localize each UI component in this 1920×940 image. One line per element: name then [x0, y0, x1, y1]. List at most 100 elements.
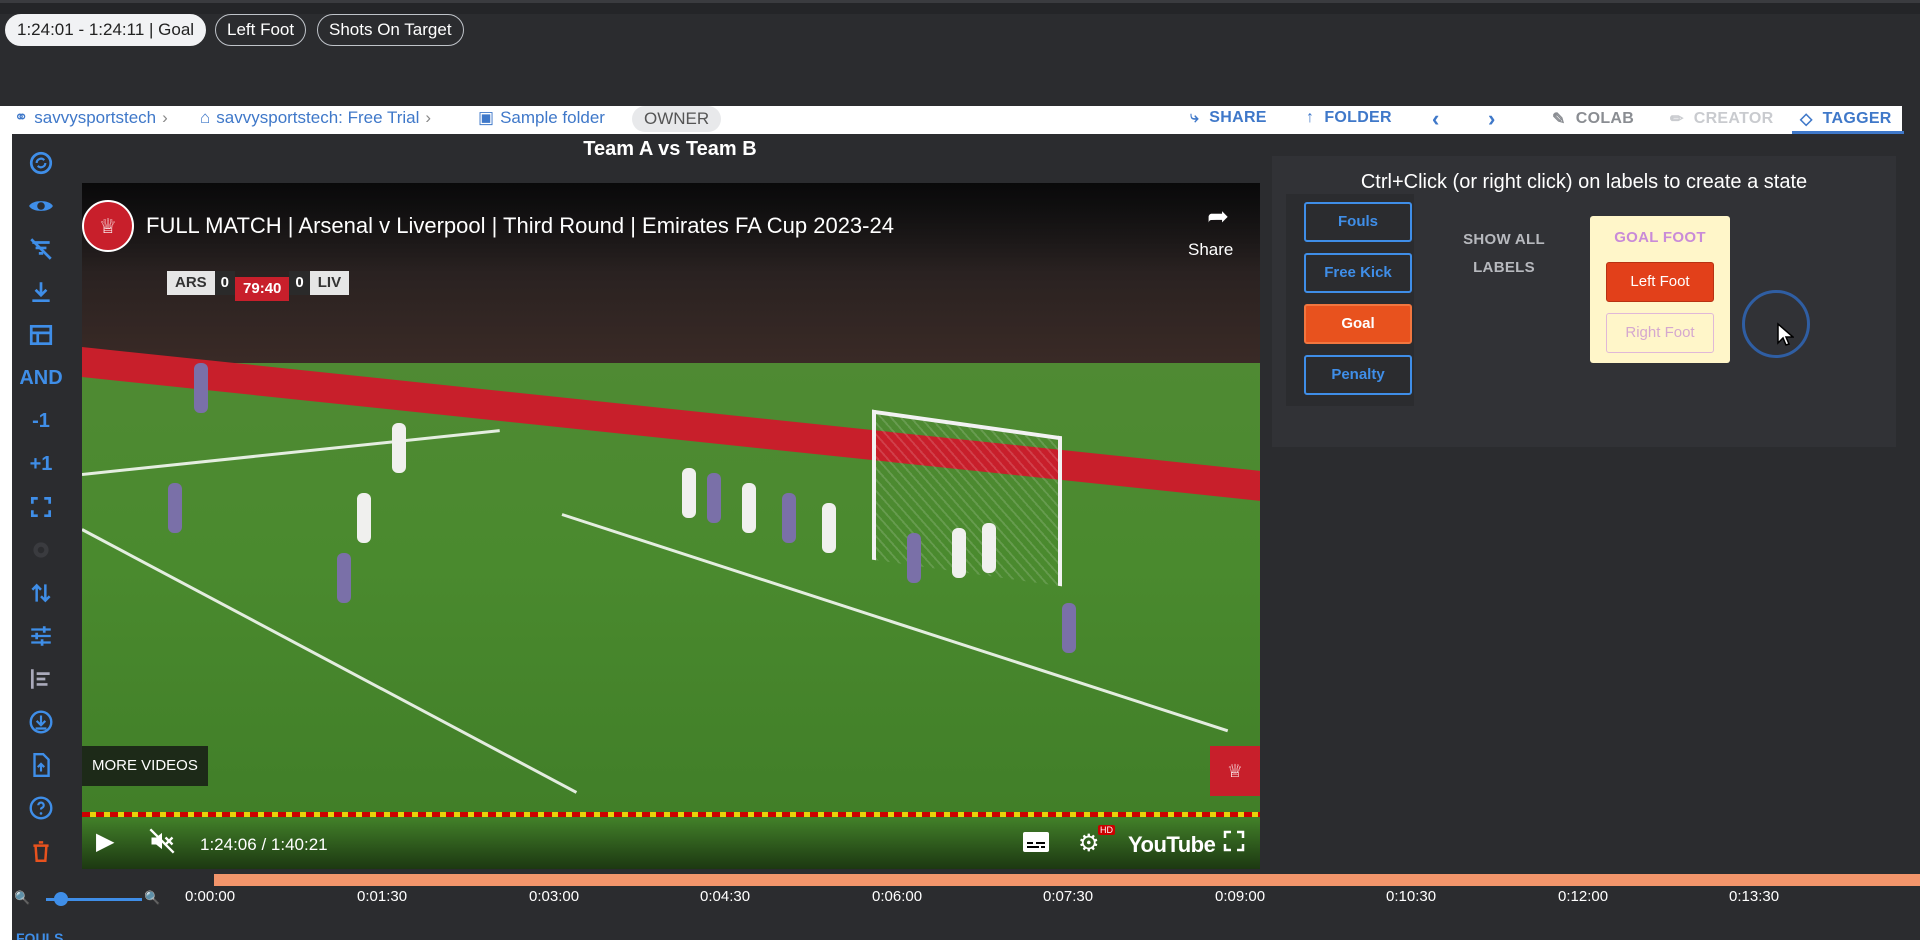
player-figure [357, 493, 371, 543]
folder-label: FOLDER [1324, 109, 1392, 126]
swap-vertical-icon[interactable] [26, 578, 56, 608]
match-clock: 79:40 [235, 277, 290, 301]
timeline-tick: 0:07:30 [1043, 888, 1094, 905]
zoom-in-icon[interactable]: 🔍 [144, 890, 160, 906]
tool-sidebar: AND -1 +1 [12, 134, 70, 874]
share-icon: ⤷ [1190, 109, 1200, 126]
align-left-icon[interactable] [26, 664, 56, 694]
and-toggle[interactable]: AND [19, 363, 62, 393]
colab-button[interactable]: ✎ COLAB [1552, 109, 1634, 129]
timeline-tick: 0:12:00 [1558, 888, 1609, 905]
chip-clip-goal[interactable]: 1:24:01 - 1:24:11 | Goal [5, 14, 207, 46]
subtitles-icon[interactable] [1022, 831, 1050, 860]
label-fouls-button[interactable]: Fouls [1304, 202, 1412, 242]
help-icon[interactable] [26, 793, 56, 823]
video-controls: ▶ 1:24:06 / 1:40:21 ⚙ HD YouTube [82, 819, 1260, 869]
label-free-kick-button[interactable]: Free Kick [1304, 253, 1412, 293]
timeline-tick: 0:09:00 [1215, 888, 1266, 905]
fullscreen-icon[interactable] [26, 492, 56, 522]
label-goal-button[interactable]: Goal [1304, 304, 1412, 344]
breadcrumb-folder-label: Sample folder [500, 108, 605, 127]
share-button[interactable]: ⤷ SHARE [1190, 109, 1267, 127]
eye-icon[interactable] [26, 191, 56, 221]
image-folder-icon: ▣ [478, 108, 495, 127]
previous-button[interactable]: ‹ [1432, 106, 1440, 132]
hd-badge: HD [1098, 825, 1115, 835]
next-button[interactable]: › [1488, 106, 1496, 132]
download-circle-icon[interactable] [26, 707, 56, 737]
player-figure [337, 553, 351, 603]
share-label: SHARE [1209, 109, 1267, 126]
upload-file-icon[interactable] [26, 750, 56, 780]
download-icon[interactable] [26, 277, 56, 307]
tagger-instruction: Ctrl+Click (or right click) on labels to… [1360, 171, 1808, 193]
pencil-icon: ✏ [1670, 111, 1684, 128]
more-videos-button[interactable]: MORE VIDEOS [82, 746, 208, 786]
zoom-slider-handle[interactable] [54, 892, 68, 906]
channel-logo[interactable]: ♕ [82, 200, 134, 252]
breadcrumb-separator: › [425, 108, 432, 127]
breadcrumb-user-label: savvysportstech [34, 108, 157, 127]
timeline-clip-bar[interactable] [214, 874, 1920, 886]
timeline-row-label: FOULS [16, 930, 64, 940]
timeline-tick: 0:06:00 [872, 888, 923, 905]
video-frame-goal [872, 409, 1062, 587]
state-right-foot-button[interactable]: Right Foot [1606, 313, 1714, 353]
minus-one-button[interactable]: -1 [26, 406, 56, 436]
folder-button[interactable]: ↑ FOLDER [1306, 109, 1392, 127]
tune-sliders-icon[interactable] [26, 621, 56, 651]
breadcrumb-user[interactable]: ⚭ savvysportstech › [14, 108, 168, 128]
away-team: LIV [309, 271, 350, 295]
state-left-foot-button[interactable]: Left Foot [1606, 262, 1714, 302]
video-share-icon[interactable]: ➦ [1198, 201, 1238, 232]
youtube-logo[interactable]: YouTube [1128, 832, 1216, 858]
video-share-label[interactable]: Share [1188, 240, 1233, 260]
score-overlay: ARS 0 79:40 0 LIV [167, 271, 350, 301]
play-icon[interactable]: ▶ [96, 827, 114, 856]
player-figure [194, 363, 208, 413]
timeline[interactable]: 🔍 🔍 0:00:00 0:01:30 0:03:00 0:04:30 0:06… [12, 874, 1920, 940]
label-penalty-button[interactable]: Penalty [1304, 355, 1412, 395]
player-figure [822, 503, 836, 553]
player-figure [907, 533, 921, 583]
colab-icon: ✎ [1552, 111, 1566, 128]
breadcrumb-folder[interactable]: ▣ Sample folder [478, 108, 605, 128]
player-figure [682, 468, 696, 518]
sync-icon[interactable] [26, 148, 56, 178]
breadcrumb: ⚭ savvysportstech › ⌂ savvysportstech: F… [0, 106, 1920, 134]
player-figure [392, 423, 406, 473]
breadcrumb-workspace[interactable]: ⌂ savvysportstech: Free Trial › [200, 108, 431, 128]
arrow-up-icon: ↑ [1306, 109, 1315, 126]
creator-button[interactable]: ✏ CREATOR [1670, 109, 1773, 129]
player-figure [1062, 603, 1076, 653]
filter-off-icon[interactable] [26, 234, 56, 264]
tagger-label: TAGGER [1822, 110, 1892, 127]
plus-one-button[interactable]: +1 [26, 449, 56, 479]
label-list: Fouls Free Kick Goal Penalty [1286, 194, 1414, 406]
chip-left-foot[interactable]: Left Foot [215, 14, 307, 46]
player-figure [742, 483, 756, 533]
trash-icon[interactable] [26, 836, 56, 866]
settings-gear-icon[interactable] [26, 535, 56, 565]
mute-icon[interactable] [148, 827, 176, 862]
show-all-labels-button[interactable]: SHOW ALL LABELS [1444, 226, 1564, 282]
video-player[interactable]: ♕ FULL MATCH | Arsenal v Liverpool | Thi… [82, 183, 1260, 869]
filter-chip-bar: 1:24:01 - 1:24:11 | Goal Left Foot Shots… [0, 0, 1920, 106]
home-icon: ⌂ [200, 108, 211, 127]
video-chapter-markers [82, 812, 1260, 817]
creator-label: CREATOR [1693, 110, 1774, 127]
player-figure [952, 528, 966, 578]
tagger-tab[interactable]: ◇ TAGGER [1800, 109, 1892, 129]
timeline-tick: 0:10:30 [1386, 888, 1437, 905]
video-time: 1:24:06 / 1:40:21 [200, 835, 328, 854]
timeline-tick: 0:03:00 [529, 888, 580, 905]
video-heading[interactable]: FULL MATCH | Arsenal v Liverpool | Third… [146, 213, 894, 239]
zoom-out-icon[interactable]: 🔍 [14, 890, 30, 906]
fullscreen-video-icon[interactable] [1222, 829, 1246, 860]
settings-icon[interactable]: ⚙ [1078, 829, 1100, 858]
home-team: ARS [167, 271, 215, 295]
table-icon[interactable] [26, 320, 56, 350]
chevron-left-icon: ‹ [1432, 106, 1440, 131]
chip-shots-on-target[interactable]: Shots On Target [317, 14, 464, 46]
role-badge: OWNER [632, 106, 722, 132]
